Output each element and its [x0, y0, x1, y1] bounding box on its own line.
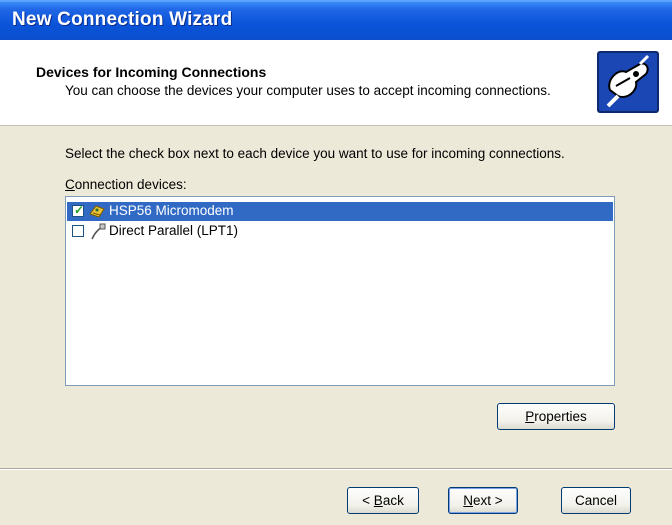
label-text: onnection devices:	[74, 177, 187, 192]
header-title: Devices for Incoming Connections	[36, 64, 267, 80]
next-mnemonic: N	[463, 493, 474, 508]
device-list-item[interactable]: ✓ HSP56 Micromodem	[67, 202, 613, 221]
title-bar[interactable]: New Connection Wizard	[0, 0, 672, 40]
window-title: New Connection Wizard	[12, 9, 233, 30]
device-list-item[interactable]: Direct Parallel (LPT1)	[67, 222, 613, 241]
back-label: ack	[382, 493, 404, 508]
back-button[interactable]: < Back	[347, 487, 419, 514]
device-label: HSP56 Micromodem	[109, 203, 234, 218]
device-checkbox-unchecked[interactable]	[72, 225, 84, 237]
connection-devices-list[interactable]: ✓ HSP56 Micromodem Direct Parallel (LPT1…	[65, 196, 615, 386]
properties-mnemonic: P	[525, 409, 535, 424]
next-label: ext >	[473, 493, 503, 508]
footer-separator	[0, 468, 672, 470]
device-checkbox-checked[interactable]: ✓	[72, 203, 85, 217]
parallel-cable-icon	[91, 223, 106, 240]
next-button[interactable]: Next >	[448, 487, 518, 514]
connection-devices-label: Connection devices:	[65, 177, 187, 192]
properties-label: roperties	[534, 409, 587, 424]
network-connection-icon	[597, 51, 659, 113]
back-mnemonic: B	[373, 493, 383, 508]
header-subtitle: You can choose the devices your computer…	[65, 83, 551, 98]
label-mnemonic: C	[65, 177, 75, 192]
wizard-header: Devices for Incoming Connections You can…	[0, 40, 672, 126]
properties-button[interactable]: Properties	[497, 403, 615, 430]
cancel-button[interactable]: Cancel	[561, 487, 631, 514]
checkmark-icon: ✓	[74, 203, 85, 217]
modem-icon	[89, 205, 105, 218]
back-lead: <	[362, 493, 374, 508]
instruction-text: Select the check box next to each device…	[65, 146, 565, 161]
wizard-window: New Connection Wizard Devices for Incomi…	[0, 0, 672, 525]
device-label: Direct Parallel (LPT1)	[109, 223, 239, 238]
